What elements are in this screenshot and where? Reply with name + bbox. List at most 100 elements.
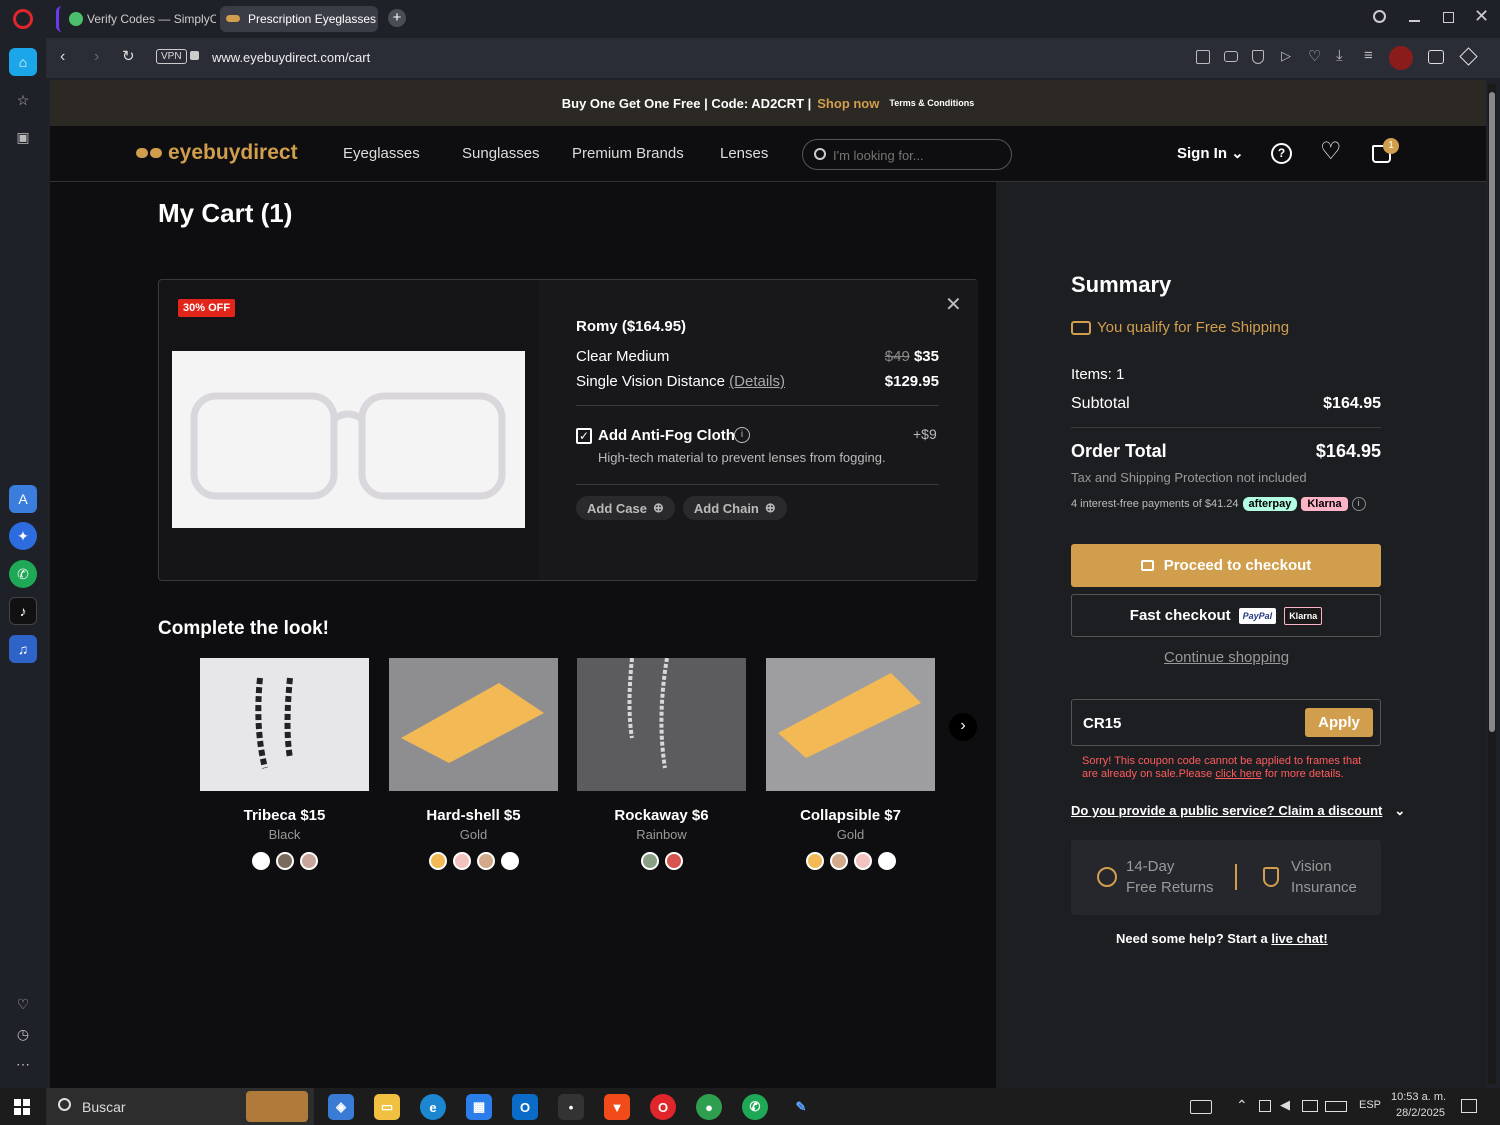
minimize-icon[interactable] <box>1409 20 1420 22</box>
search-tabs-icon[interactable] <box>1373 10 1386 23</box>
fast-checkout-button[interactable]: Fast checkout PayPal Klarna <box>1071 594 1381 637</box>
menu-icon[interactable]: ≡ <box>1364 47 1373 64</box>
public-service-link[interactable]: Do you provide a public service? Claim a… <box>1071 803 1405 819</box>
download-icon[interactable]: ⤓ <box>1336 47 1343 64</box>
app-icon[interactable]: • <box>558 1094 584 1120</box>
coupon-input[interactable] <box>1083 712 1283 734</box>
swatch[interactable] <box>452 852 471 870</box>
product-card-tribeca[interactable]: Tribeca $15 Black <box>200 658 369 870</box>
tray-chevron-icon[interactable]: ⌃ <box>1236 1097 1248 1114</box>
reload-icon[interactable]: ↻ <box>122 47 135 65</box>
file-explorer-icon[interactable]: ▭ <box>374 1094 400 1120</box>
new-tab-button[interactable]: + <box>388 9 406 27</box>
help-icon[interactable]: ? <box>1271 143 1292 164</box>
store-icon[interactable]: ▦ <box>466 1094 492 1120</box>
back-icon[interactable]: ‹ <box>60 48 65 66</box>
chrome-icon[interactable]: ● <box>696 1094 722 1120</box>
messenger-icon[interactable]: ✦ <box>9 522 37 550</box>
close-window-icon[interactable]: ✕ <box>1474 6 1489 27</box>
product-image[interactable] <box>172 351 525 528</box>
heart-outline-icon[interactable]: ♡ <box>9 990 37 1018</box>
add-chain-button[interactable]: Add Chain ⊕ <box>682 496 787 520</box>
history-icon[interactable]: ◷ <box>9 1020 37 1048</box>
swatch[interactable] <box>664 852 683 870</box>
tab-verify-codes[interactable]: Verify Codes — SimplyCo <box>56 6 216 32</box>
whatsapp-taskbar-icon[interactable]: ✆ <box>742 1094 768 1120</box>
volume-icon[interactable]: ◀ <box>1280 1097 1290 1113</box>
swatch[interactable] <box>476 852 495 870</box>
tab-eyebuydirect[interactable]: Prescription Eyeglasses Or <box>220 6 378 32</box>
add-case-button[interactable]: Add Case ⊕ <box>576 496 675 520</box>
opera-taskbar-icon[interactable]: O <box>650 1094 676 1120</box>
home-icon[interactable]: ⌂ <box>9 48 37 76</box>
product-card-hard-shell[interactable]: Hard-shell $5 Gold <box>389 658 558 870</box>
nav-sunglasses[interactable]: Sunglasses <box>462 145 540 162</box>
pen-icon[interactable]: ✎ <box>788 1094 814 1120</box>
live-chat-link[interactable]: live chat! <box>1271 931 1327 946</box>
copilot-icon[interactable]: ◈ <box>328 1094 354 1120</box>
nav-premium-brands[interactable]: Premium Brands <box>572 145 684 162</box>
network-icon[interactable] <box>1302 1100 1318 1112</box>
notifications-icon[interactable] <box>1461 1099 1477 1113</box>
product-card-rockaway[interactable]: Rockaway $6 Rainbow <box>577 657 746 870</box>
details-link[interactable]: (Details) <box>729 373 785 390</box>
edit-icon[interactable] <box>1196 50 1210 64</box>
info-icon[interactable]: i <box>1351 497 1366 511</box>
tiktok-icon[interactable]: ♪ <box>9 597 37 625</box>
page-scrollbar[interactable] <box>1488 84 1496 1084</box>
apply-button[interactable]: Apply <box>1305 708 1373 737</box>
afterpay-badge[interactable]: afterpay <box>1242 497 1298 511</box>
opera-logo-icon[interactable] <box>13 9 33 29</box>
search-box[interactable] <box>802 139 1012 170</box>
star-icon[interactable]: ☆ <box>9 86 37 114</box>
forward-icon[interactable]: › <box>94 48 99 66</box>
language-indicator[interactable]: ESP <box>1359 1099 1381 1111</box>
player-icon[interactable]: ▣ <box>9 123 37 151</box>
start-button-icon[interactable] <box>14 1099 30 1115</box>
keyboard-layout-icon[interactable] <box>1325 1101 1347 1112</box>
whatsapp-icon[interactable]: ✆ <box>9 560 37 588</box>
swatch[interactable] <box>805 852 824 870</box>
restore-icon[interactable] <box>1443 12 1454 23</box>
product-card-collapsible[interactable]: Collapsible $7 Gold <box>766 658 935 870</box>
scrollbar-thumb[interactable] <box>1489 92 1495 732</box>
shop-now-link[interactable]: Shop now <box>817 96 879 111</box>
swatch[interactable] <box>640 852 659 870</box>
camera-icon[interactable] <box>1224 51 1238 62</box>
keyboard-icon[interactable] <box>1190 1100 1212 1114</box>
vpn-badge[interactable]: VPN <box>156 49 187 64</box>
checkout-button[interactable]: Proceed to checkout <box>1071 544 1381 587</box>
sign-in-button[interactable]: Sign In ⌄ <box>1177 144 1244 162</box>
clock-time[interactable]: 10:53 a. m. <box>1391 1091 1446 1103</box>
remove-item-icon[interactable]: ✕ <box>945 292 962 317</box>
swatch[interactable] <box>428 852 447 870</box>
taskbar-search[interactable]: Buscar <box>46 1088 314 1125</box>
anti-fog-checkbox[interactable]: ✓ <box>576 428 592 444</box>
swatch[interactable] <box>829 852 848 870</box>
klarna-badge[interactable]: Klarna <box>1301 497 1348 511</box>
search-input[interactable] <box>833 145 1003 165</box>
play-icon[interactable]: ▷ <box>1281 48 1291 64</box>
terms-link[interactable]: Terms & Conditions <box>889 98 974 108</box>
wishlist-heart-icon[interactable]: ♡ <box>1320 137 1342 166</box>
shield-icon[interactable] <box>1252 50 1264 64</box>
music-icon[interactable]: ♫ <box>9 635 37 663</box>
nav-lenses[interactable]: Lenses <box>720 145 768 162</box>
info-icon[interactable]: i <box>734 427 750 443</box>
swatch[interactable] <box>299 852 318 870</box>
swatch[interactable] <box>275 852 294 870</box>
click-here-link[interactable]: click here <box>1215 768 1261 780</box>
carousel-next-button[interactable]: › <box>949 713 977 741</box>
logo[interactable]: eyebuydirect <box>136 141 298 165</box>
nav-eyeglasses[interactable]: Eyeglasses <box>343 145 420 162</box>
clock-date[interactable]: 28/2/2025 <box>1396 1107 1445 1119</box>
meet-icon[interactable] <box>1259 1100 1271 1112</box>
url-text[interactable]: www.eyebuydirect.com/cart <box>212 50 370 65</box>
swatch[interactable] <box>251 852 270 870</box>
swatch[interactable] <box>877 852 896 870</box>
brave-icon[interactable]: ▼ <box>604 1094 630 1120</box>
continue-shopping-link[interactable]: Continue shopping <box>1164 649 1289 666</box>
box-icon[interactable] <box>1459 47 1478 66</box>
edge-icon[interactable]: e <box>420 1094 446 1120</box>
swatch[interactable] <box>500 852 519 870</box>
